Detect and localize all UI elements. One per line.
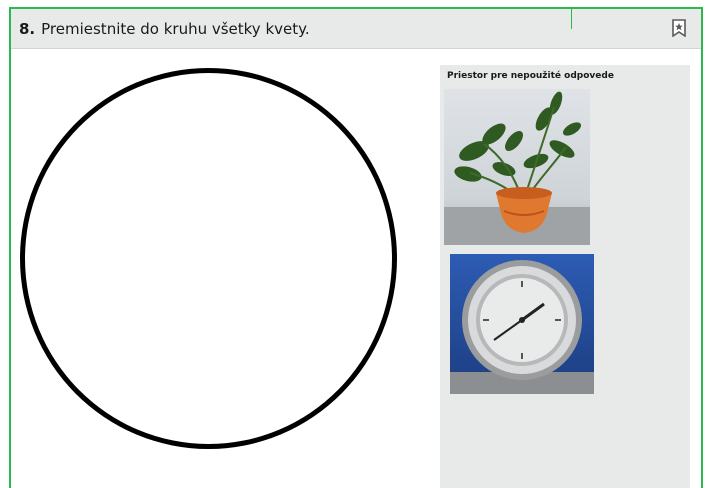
question-number: 8.	[19, 20, 36, 38]
answer-tile-clock[interactable]	[450, 254, 594, 394]
drop-target-circle[interactable]	[20, 68, 397, 449]
answer-tile-plant[interactable]	[444, 89, 590, 245]
unused-answers-label: Priestor pre nepoužité odpovede	[447, 71, 614, 81]
question-header: 8. Premiestnite do kruhu všetky kvety.	[11, 9, 701, 49]
header-divider	[571, 9, 572, 29]
question-text-line: 8. Premiestnite do kruhu všetky kvety.	[19, 20, 310, 38]
potted-plant-image	[444, 91, 590, 245]
question-prompt: Premiestnite do kruhu všetky kvety.	[41, 20, 310, 38]
wall-clock-image	[450, 260, 594, 394]
bookmark-icon[interactable]	[672, 19, 686, 37]
unused-answers-area[interactable]: Priestor pre nepoužité odpovede	[440, 65, 690, 488]
